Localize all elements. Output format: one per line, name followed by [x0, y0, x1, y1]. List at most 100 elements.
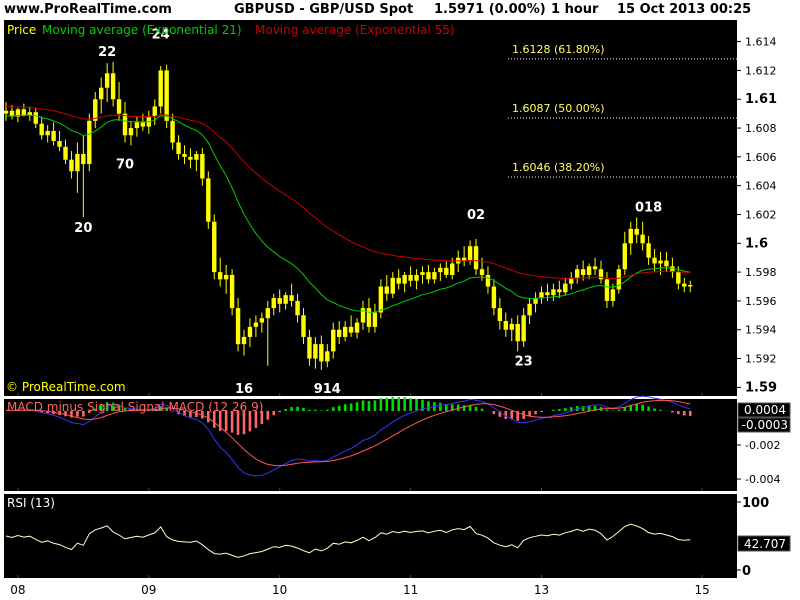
candle-body	[331, 329, 336, 352]
candle-body	[229, 274, 235, 309]
candle-body	[473, 246, 479, 270]
candle-body	[21, 109, 27, 116]
candle-body	[622, 243, 627, 270]
candle-body	[676, 272, 681, 284]
swing-label: 914	[314, 382, 341, 397]
candle-body	[170, 120, 175, 143]
watermark: © ProRealTime.com	[6, 380, 126, 394]
price-tick-label: 1.598	[745, 266, 777, 279]
x-tick-label: 08	[10, 583, 25, 597]
rsi-tick-label: 100	[742, 496, 769, 511]
candle-body	[200, 153, 205, 179]
price-tick-label: 1.606	[745, 151, 777, 164]
candle-body	[551, 289, 556, 296]
price-tick-label: 1.596	[745, 295, 777, 308]
candle-body	[664, 260, 669, 267]
candle-body	[295, 300, 300, 316]
candle-body	[218, 272, 223, 280]
candle-body	[509, 323, 514, 330]
candle-body	[580, 269, 586, 275]
candle-body	[378, 286, 384, 313]
candle-body	[563, 283, 568, 293]
x-tick-label: 13	[534, 583, 549, 597]
legend-price: Price	[7, 23, 36, 37]
legend-ema55: Moving average (Exponential 55)	[255, 23, 455, 37]
macd-price-box-1: 0.0004	[737, 402, 791, 418]
price-tick-label: 1.608	[745, 122, 777, 135]
candle-body	[688, 285, 693, 287]
candle-body	[194, 153, 199, 160]
candle-body	[259, 318, 265, 323]
macd-value-2: -0.0003	[742, 418, 788, 432]
candle-body	[134, 122, 140, 129]
candle-body	[271, 298, 276, 309]
price-tick-label: 1.59	[745, 380, 777, 395]
fib-label: 1.6087 (50.00%)	[512, 102, 605, 115]
candle-body	[223, 274, 229, 280]
candle-body	[265, 308, 270, 319]
candle-body	[545, 292, 550, 296]
swing-label: 02	[467, 208, 485, 223]
candle-body	[81, 153, 86, 165]
rsi-tick-label: 0	[742, 564, 751, 579]
candle-body	[497, 308, 503, 322]
candle-body	[432, 272, 437, 280]
candle-body	[75, 153, 80, 172]
macd-tick-label: -0.002	[745, 439, 780, 452]
price-tick-label: 1.6	[745, 236, 768, 251]
candle-body	[414, 274, 419, 281]
candle-body	[188, 156, 193, 160]
candle-body	[533, 298, 538, 304]
candle-body	[521, 315, 526, 342]
candle-body	[527, 303, 532, 316]
candle-body	[140, 122, 146, 127]
candle	[164, 64, 169, 129]
candle-body	[444, 267, 449, 275]
fib-label: 1.6046 (38.20%)	[512, 161, 605, 174]
rsi-panel[interactable]	[4, 494, 737, 578]
rsi-value: 42.707	[744, 537, 786, 551]
candle	[206, 171, 211, 229]
candle-body	[515, 323, 520, 342]
price-tick-label: 1.592	[745, 353, 777, 366]
candle-body	[104, 73, 110, 88]
candle-body	[212, 221, 217, 273]
candle-body	[640, 234, 645, 244]
macd-title: MACD minus Signal Signal MACD (12 26 9)	[7, 400, 263, 414]
macd-tick-label: -0.004	[745, 473, 780, 486]
price-tick-label: 1.604	[745, 180, 777, 193]
swing-label: 23	[515, 355, 533, 370]
candle-body	[682, 283, 687, 287]
candle-body	[539, 292, 544, 299]
candle-body	[450, 263, 455, 275]
candle-body	[176, 142, 181, 154]
price-tick-label: 1.594	[745, 324, 777, 337]
candle-body	[354, 322, 360, 333]
price-tick-label: 1.612	[745, 64, 777, 77]
candle-body	[277, 298, 282, 304]
swing-label: 22	[98, 45, 116, 60]
candle-body	[128, 128, 134, 136]
chart-canvas[interactable]: 1.614 1.612 1.61 1.608 1.606 1.604 1.602 1.6 1.5…	[0, 0, 800, 600]
fib-label: 1.6128 (61.80%)	[512, 43, 605, 56]
candle-body	[253, 322, 259, 327]
candle-body	[604, 279, 610, 301]
candle-body	[366, 308, 372, 327]
candle-body	[652, 257, 657, 264]
candle-body	[319, 344, 324, 362]
candle-body	[610, 289, 616, 301]
candle-body	[39, 123, 44, 136]
candle-body	[396, 277, 401, 284]
rsi-title: RSI (13)	[7, 496, 55, 510]
candle-body	[479, 269, 485, 275]
candle-body	[348, 326, 354, 333]
x-tick-label: 10	[272, 583, 287, 597]
candle-body	[63, 146, 68, 160]
candle-body	[206, 178, 211, 222]
candle-body	[485, 274, 491, 287]
candle-body	[557, 289, 562, 293]
candle-body	[420, 272, 425, 275]
candle-body	[110, 73, 116, 100]
candle-body	[628, 228, 633, 244]
candle-body	[51, 130, 56, 142]
